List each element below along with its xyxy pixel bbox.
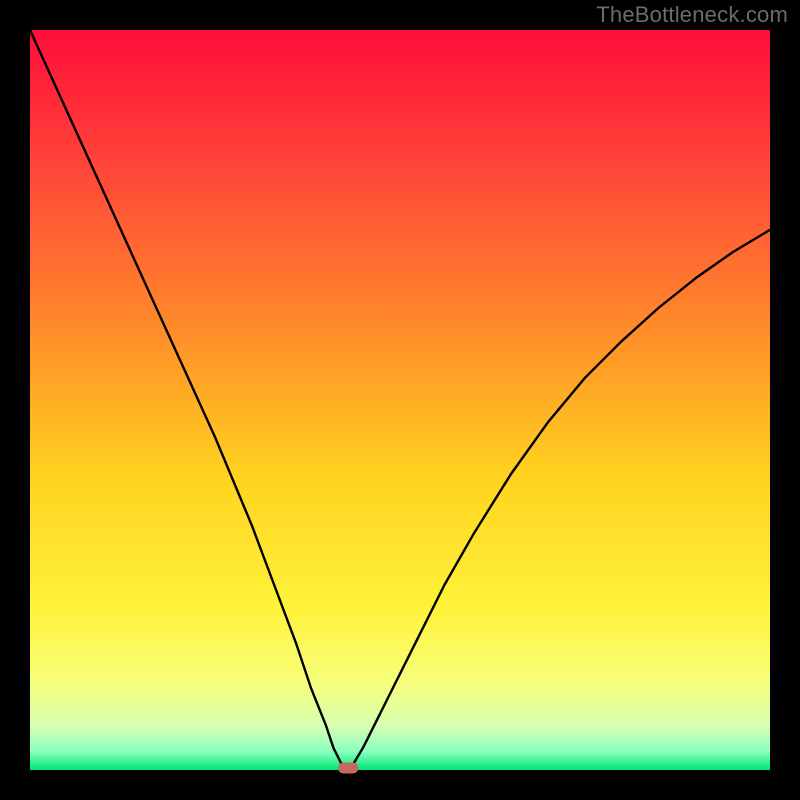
chart-container: TheBottleneck.com xyxy=(0,0,800,800)
optimal-marker xyxy=(338,763,358,774)
watermark-text: TheBottleneck.com xyxy=(596,2,788,28)
plot-background xyxy=(30,30,770,770)
bottleneck-chart xyxy=(0,0,800,800)
